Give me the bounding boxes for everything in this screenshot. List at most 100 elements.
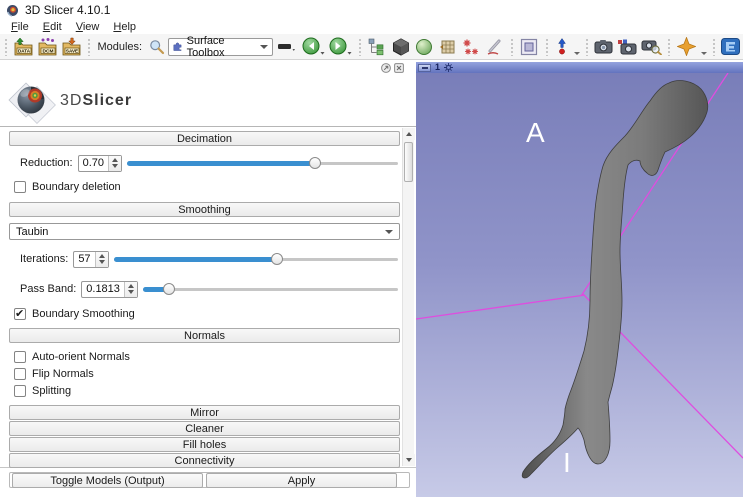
install-extensions-button[interactable] [676,36,697,58]
splitting-checkbox[interactable] [14,385,26,397]
window-title: 3D Slicer 4.10.1 [25,3,110,17]
scroll-down-button[interactable] [403,454,415,466]
load-data-button[interactable]: DATA [13,36,34,58]
flip-normals-checkbox[interactable] [14,368,26,380]
threed-scene [416,73,743,497]
section-decimation[interactable]: Decimation [9,131,400,146]
chevron-down-icon [260,45,268,49]
splitting-label: Splitting [32,385,71,397]
reduction-spinbox[interactable]: 0.70 [78,155,122,172]
boundary-deletion-checkbox[interactable] [14,181,26,193]
iterations-label: Iterations: [20,253,68,265]
toolbar-grip[interactable] [87,38,91,56]
boundary-smoothing-row: Boundary Smoothing [9,307,400,321]
view-pin-button[interactable] [418,64,431,72]
module-selector[interactable]: Surface Toolbox [168,38,273,56]
menu-help[interactable]: Help [106,21,143,33]
view-controller-bar[interactable]: 1 [416,62,743,73]
toolbar-grip[interactable] [510,38,514,56]
save-button[interactable]: SAVE [61,36,82,58]
auto-orient-normals-checkbox[interactable] [14,351,26,363]
screen-capture-button[interactable] [594,36,615,58]
spin-up-icon[interactable] [128,284,134,288]
extension-manager-button[interactable] [720,36,741,58]
toggle-models-button[interactable]: Toggle Models (Output) [12,473,203,488]
toolbar-grip[interactable] [667,38,671,56]
passband-label: Pass Band: [20,283,76,295]
spin-down-icon[interactable] [128,290,134,294]
reduction-label: Reduction: [20,157,73,169]
scrollbar-groove[interactable] [403,140,415,454]
scene-view-add-button[interactable] [617,36,638,58]
iterations-slider[interactable] [114,251,400,267]
slicer-logo-text: 3DSlicer [60,92,132,110]
reduction-value: 0.70 [79,156,108,171]
module-search-button[interactable] [148,36,165,58]
scene-view-restore-button[interactable] [641,36,662,58]
previous-module-button[interactable] [302,36,326,58]
chevron-down-icon [385,230,393,234]
section-connectivity[interactable]: Connectivity [9,453,400,468]
module-scroll-area: Decimation Reduction: 0.70 Boundary dele… [0,126,416,468]
slider-handle[interactable] [163,283,175,295]
volumes-module-button[interactable] [391,36,412,58]
data-module-icon [368,38,386,56]
auto-orient-normals-label: Auto-orient Normals [32,351,130,363]
dicom-button[interactable]: DCM [37,36,58,58]
spin-up-icon[interactable] [99,254,105,258]
boundary-deletion-label: Boundary deletion [32,181,121,193]
dicom-icon: DCM [37,37,58,56]
markups-module-button[interactable] [461,36,482,58]
toolbar-grip[interactable] [358,38,362,56]
spin-up-icon[interactable] [112,158,118,162]
save-icon: SAVE [61,37,82,56]
threed-viewport[interactable]: A I [416,73,743,497]
section-smoothing[interactable]: Smoothing [9,202,400,217]
slicer-logo-icon [8,78,56,124]
reduction-row: Reduction: 0.70 [9,154,400,172]
crosshair-menu-caret[interactable] [574,52,580,55]
toolbar-grip[interactable] [712,38,716,56]
section-fill-holes[interactable]: Fill holes [9,437,400,452]
section-mirror[interactable]: Mirror [9,405,400,420]
toolbar-grip[interactable] [4,38,8,56]
undock-panel-icon[interactable] [381,63,391,73]
section-cleaner[interactable]: Cleaner [9,421,400,436]
toolbar-grip[interactable] [545,38,549,56]
iterations-spinbox[interactable]: 57 [73,251,108,268]
scrollbar-thumb[interactable] [404,142,413,182]
passband-spinbox[interactable]: 0.1813 [81,281,138,298]
scroll-up-button[interactable] [403,128,415,140]
models-module-button[interactable] [414,36,435,58]
menu-file[interactable]: File [4,21,36,33]
toolbar-grip[interactable] [585,38,589,56]
transforms-module-button[interactable] [438,36,459,58]
view-menu-icon[interactable] [444,63,453,72]
smoothing-method-select[interactable]: Taubin [9,223,400,240]
apply-button[interactable]: Apply [206,473,397,488]
slider-handle[interactable] [309,157,321,169]
close-panel-icon[interactable] [394,63,404,73]
menu-edit[interactable]: Edit [36,21,69,33]
modules-label: Modules: [97,41,142,53]
menu-view[interactable]: View [69,21,107,33]
layout-selector-icon [520,38,538,56]
surface-model[interactable] [522,81,708,478]
flip-normals-label: Flip Normals [32,368,94,380]
spin-down-icon[interactable] [99,260,105,264]
section-normals[interactable]: Normals [9,328,400,343]
data-module-button[interactable] [367,36,388,58]
reduction-slider[interactable] [127,155,400,171]
annotations-module-button[interactable] [485,36,506,58]
layout-selector-button[interactable] [519,36,540,58]
crosshair-button[interactable] [553,36,570,58]
passband-slider[interactable] [143,281,400,297]
panel-scrollbar[interactable] [402,128,414,466]
boundary-smoothing-checkbox[interactable] [14,308,26,320]
module-history-button[interactable] [276,36,298,58]
next-module-button[interactable] [329,36,353,58]
slider-handle[interactable] [271,253,283,265]
spin-down-icon[interactable] [112,164,118,168]
annotations-module-icon [486,38,504,56]
extensions-menu-caret[interactable] [701,52,707,55]
